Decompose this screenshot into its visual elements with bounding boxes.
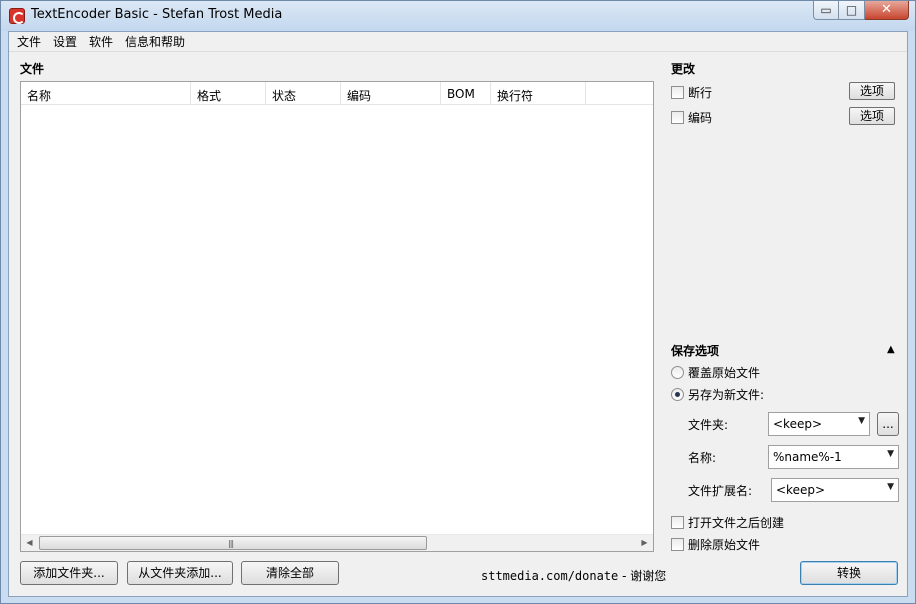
line-break-option[interactable]: 断行 — [671, 84, 712, 101]
overwrite-original-option[interactable]: 覆盖原始文件 — [671, 364, 760, 381]
client-area: 文件 设置 软件 信息和帮助 文件 名称 格式 状态 编码 BOM 换行符 ◀ … — [8, 31, 908, 597]
delete-original-option[interactable]: 删除原始文件 — [671, 536, 760, 553]
browse-folder-button[interactable]: ... — [877, 412, 899, 436]
file-list[interactable]: 名称 格式 状态 编码 BOM 换行符 ◀ ||| ▶ — [20, 81, 654, 552]
window-title: TextEncoder Basic - Stefan Trost Media — [31, 7, 283, 22]
line-break-label: 断行 — [688, 86, 713, 100]
collapse-icon[interactable]: ▲ — [887, 344, 895, 355]
donate-text: sttmedia.com/donate - 谢谢您 — [481, 567, 666, 584]
overwrite-label: 覆盖原始文件 — [688, 366, 761, 380]
app-logo-icon[interactable] — [9, 8, 25, 24]
scrollbar-grip-icon: ||| — [228, 539, 234, 548]
menu-settings[interactable]: 设置 — [47, 32, 83, 51]
extension-select[interactable]: <keep> ▼ — [771, 478, 899, 502]
column-header-name[interactable]: 名称 — [21, 82, 191, 105]
open-after-create-checkbox[interactable] — [671, 516, 684, 529]
encoding-options-button[interactable]: 选项 — [849, 107, 895, 125]
maximize-button[interactable]: □ — [839, 1, 865, 20]
encoding-option[interactable]: 编码 — [671, 109, 712, 126]
donate-separator: - — [618, 569, 631, 583]
maximize-icon: □ — [845, 3, 858, 17]
add-files-button[interactable]: 添加文件夹... — [20, 561, 118, 585]
overwrite-radio[interactable] — [671, 366, 684, 379]
chevron-down-icon: ▼ — [858, 416, 865, 426]
convert-button[interactable]: 转换 — [800, 561, 898, 585]
horizontal-scrollbar[interactable]: ◀ ||| ▶ — [21, 534, 653, 551]
folder-label: 文件夹: — [688, 418, 729, 432]
save-as-new-option[interactable]: 另存为新文件: — [671, 386, 764, 403]
name-value: %name%-1 — [773, 450, 842, 464]
open-after-create-option[interactable]: 打开文件之后创建 — [671, 514, 784, 531]
folder-select[interactable]: <keep> ▼ — [768, 412, 870, 436]
app-window: TextEncoder Basic - Stefan Trost Media ▭… — [0, 0, 916, 604]
scroll-left-icon[interactable]: ◀ — [21, 535, 38, 551]
menu-software[interactable]: 软件 — [83, 32, 119, 51]
delete-original-label: 删除原始文件 — [688, 538, 761, 552]
column-header-encoding[interactable]: 编码 — [341, 82, 441, 105]
line-break-options-button[interactable]: 选项 — [849, 82, 895, 100]
save-as-radio[interactable] — [671, 388, 684, 401]
add-from-folder-button[interactable]: 从文件夹添加... — [127, 561, 233, 585]
scrollbar-thumb[interactable]: ||| — [39, 536, 427, 550]
folder-value: <keep> — [773, 417, 823, 431]
extension-label: 文件扩展名: — [688, 484, 753, 498]
encoding-label: 编码 — [688, 111, 713, 125]
open-after-create-label: 打开文件之后创建 — [688, 516, 785, 530]
chevron-down-icon: ▼ — [887, 449, 894, 459]
file-list-header: 名称 格式 状态 编码 BOM 换行符 — [21, 82, 653, 105]
close-button[interactable]: ✕ — [865, 1, 909, 20]
column-header-status[interactable]: 状态 — [266, 82, 341, 105]
column-header-line-break[interactable]: 换行符 — [491, 82, 586, 105]
encoding-checkbox[interactable] — [671, 111, 684, 124]
delete-original-checkbox[interactable] — [671, 538, 684, 551]
column-header-format[interactable]: 格式 — [191, 82, 266, 105]
menu-bar: 文件 设置 软件 信息和帮助 — [9, 32, 907, 52]
title-bar[interactable]: TextEncoder Basic - Stefan Trost Media ▭… — [1, 1, 915, 31]
clear-all-button[interactable]: 清除全部 — [241, 561, 339, 585]
save-options-title: 保存选项 — [671, 344, 720, 358]
close-icon: ✕ — [881, 2, 892, 17]
donate-link[interactable]: sttmedia.com/donate — [481, 569, 618, 583]
files-section-title: 文件 — [20, 62, 45, 76]
changes-section-title: 更改 — [671, 62, 696, 76]
menu-file[interactable]: 文件 — [11, 32, 47, 51]
chevron-down-icon: ▼ — [887, 482, 894, 492]
minimize-button[interactable]: ▭ — [813, 1, 839, 20]
name-label: 名称: — [688, 451, 717, 465]
scroll-right-icon[interactable]: ▶ — [636, 535, 653, 551]
name-select[interactable]: %name%-1 ▼ — [768, 445, 899, 469]
donate-thanks: 谢谢您 — [630, 569, 667, 583]
line-break-checkbox[interactable] — [671, 86, 684, 99]
column-header-bom[interactable]: BOM — [441, 82, 491, 105]
window-controls: ▭ □ ✕ — [813, 1, 909, 21]
minimize-icon: ▭ — [820, 3, 832, 17]
menu-info-help[interactable]: 信息和帮助 — [119, 32, 191, 51]
extension-value: <keep> — [776, 483, 826, 497]
save-as-label: 另存为新文件: — [688, 388, 765, 402]
